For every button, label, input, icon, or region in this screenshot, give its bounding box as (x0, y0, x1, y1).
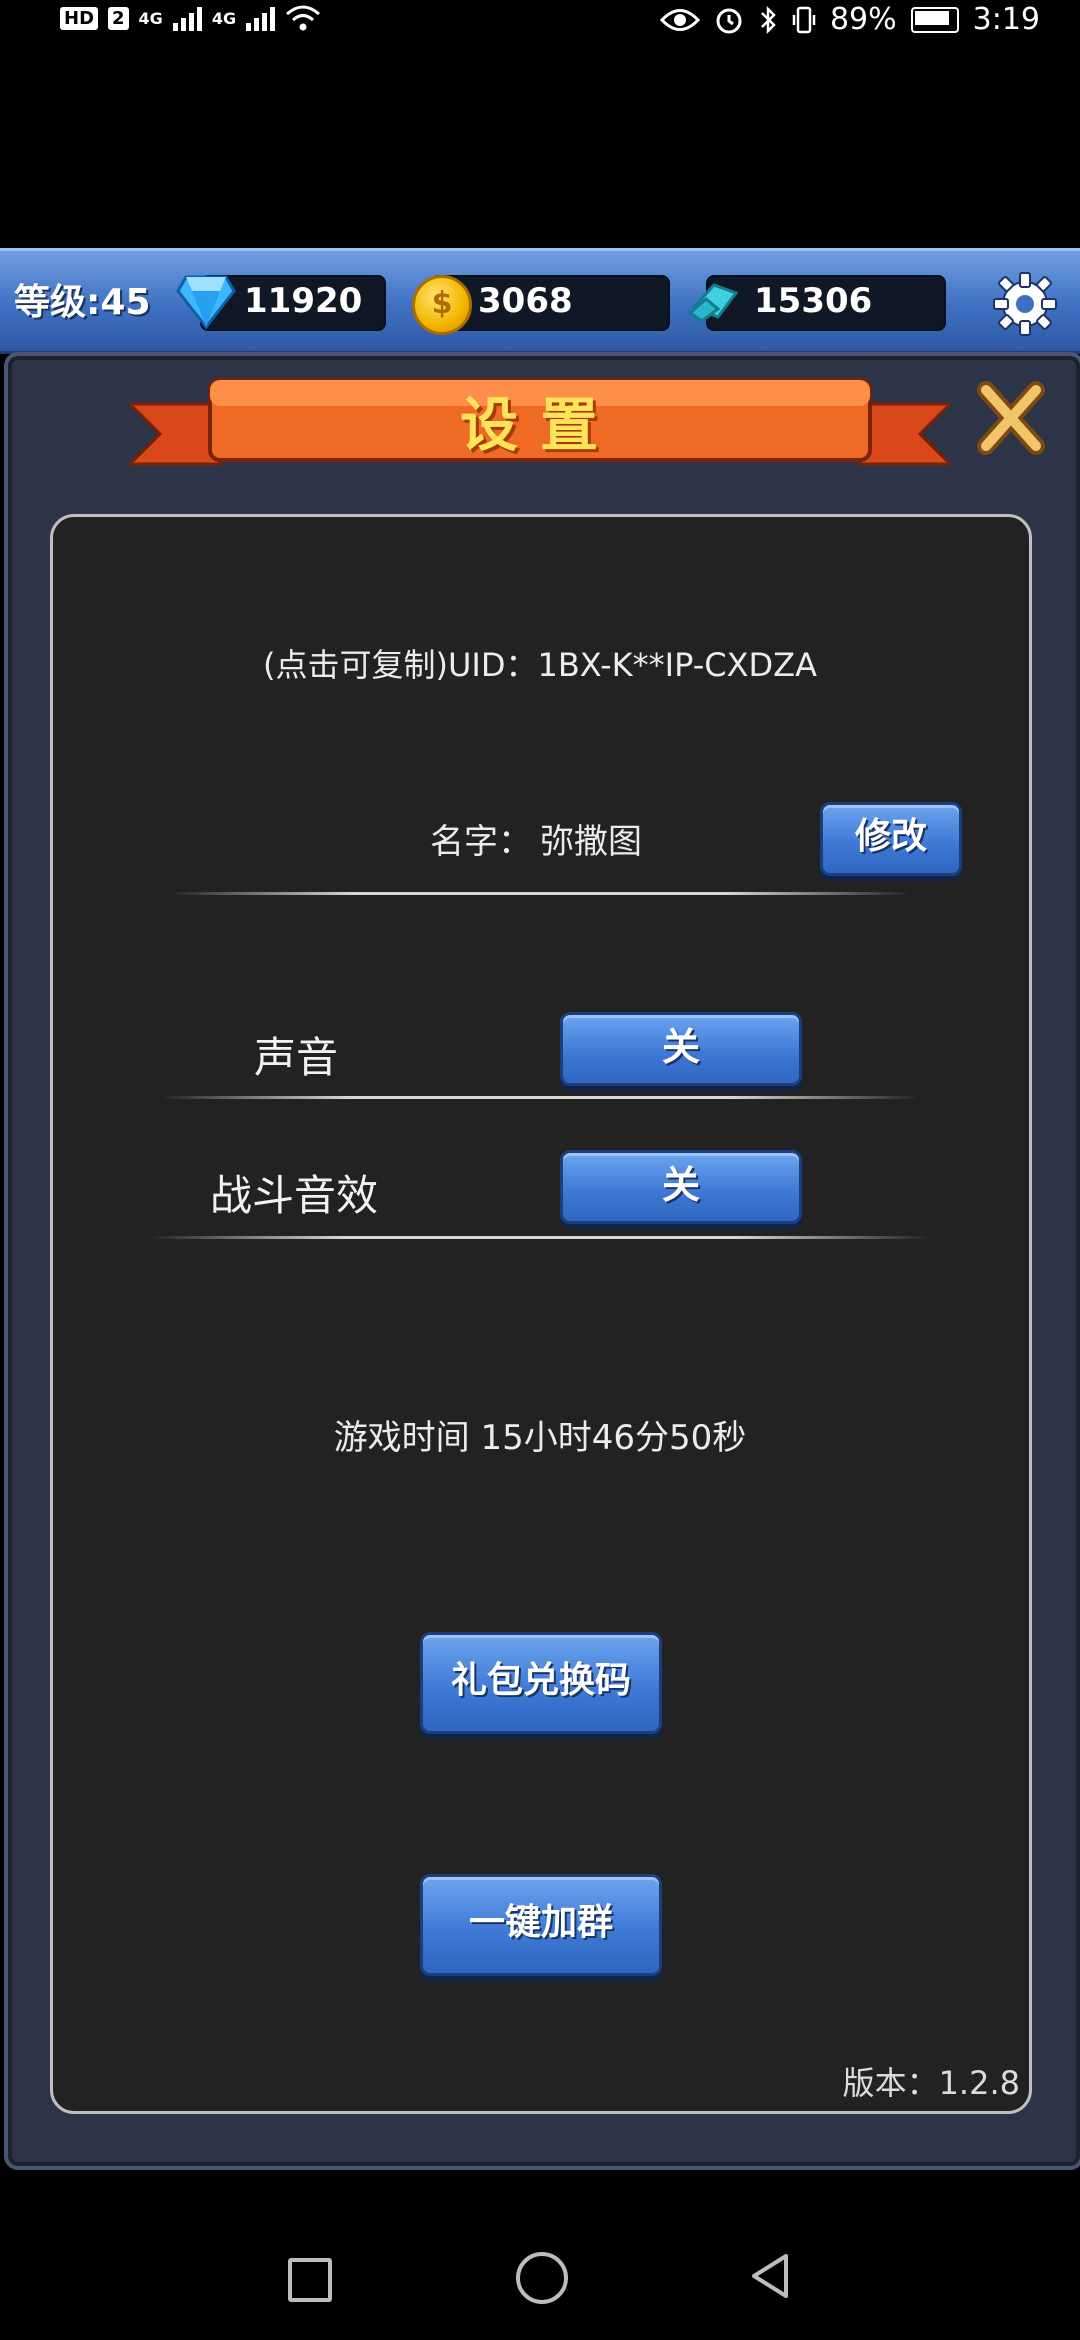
gems-value: 11920 (244, 281, 363, 321)
battle-sfx-label: 战斗音效 (210, 1171, 379, 1220)
eye-icon (659, 8, 700, 31)
name-label: 名字： (430, 822, 532, 862)
edit-name-button[interactable]: 修改 (820, 802, 962, 876)
signal-icon (172, 5, 202, 31)
back-nav-icon[interactable] (748, 2252, 792, 2300)
play-time: 游戏时间 15小时46分50秒 (333, 1418, 747, 1458)
sound-toggle-button[interactable]: 关 (560, 1012, 802, 1086)
crystals-counter: 15306 (706, 275, 946, 331)
network-type-2: 4G (211, 8, 237, 28)
gift-code-button[interactable]: 礼包兑换码 (420, 1632, 662, 1734)
coin-icon: $ (412, 275, 472, 335)
close-icon[interactable] (976, 380, 1046, 456)
bluetooth-icon (761, 5, 776, 34)
clock: 3:19 (972, 2, 1040, 37)
name-value: 弥撒图 (540, 822, 642, 862)
sim-badge: 2 (108, 6, 129, 30)
wifi-icon (286, 5, 321, 31)
divider (160, 1096, 920, 1099)
crystal-icon (688, 283, 739, 323)
battery-icon (910, 6, 959, 33)
crystals-value: 15306 (754, 281, 873, 321)
status-left: HD 2 4G 4G (60, 4, 321, 32)
network-type-1: 4G (138, 8, 163, 28)
version-text: 版本：1.2.8 (842, 2064, 1020, 2102)
battle-sfx-toggle-button[interactable]: 关 (560, 1150, 802, 1224)
square-nav-icon[interactable] (288, 2258, 332, 2302)
vibrate-icon (792, 6, 816, 33)
dialog-title: 设置 (459, 391, 620, 459)
gear-icon[interactable] (990, 269, 1060, 339)
sound-label: 声音 (254, 1033, 339, 1082)
status-bar: HD 2 4G 4G 89% 3:19 (0, 0, 1080, 48)
divider (150, 1236, 930, 1239)
gem-icon (176, 275, 236, 329)
signal-icon-2 (246, 5, 276, 31)
divider (170, 892, 910, 895)
coins-value: 3068 (478, 281, 573, 321)
alarm-icon (716, 8, 742, 33)
hd-badge: HD (60, 6, 99, 30)
uid-copy-text[interactable]: (点击可复制)UID：1BX-K**IP-CXDZA (0, 640, 1080, 686)
circle-nav-icon[interactable] (516, 2252, 568, 2304)
player-level: 等级:45 (14, 282, 151, 323)
join-group-button[interactable]: 一键加群 (420, 1874, 662, 1976)
resource-bar: 等级:45 11920 3068 $ 15306 (0, 248, 1080, 354)
status-right: 89% 3:19 (659, 2, 1040, 37)
battery-percent: 89% (829, 2, 897, 37)
